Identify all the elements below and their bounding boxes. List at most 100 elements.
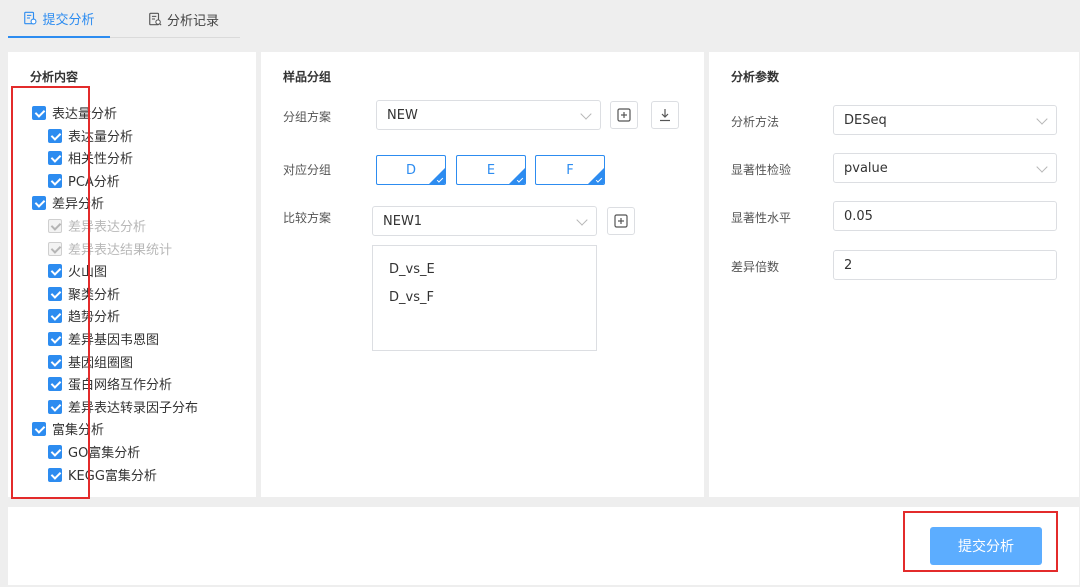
tab-analysis-records[interactable]: 分析记录 xyxy=(148,0,219,38)
checkbox-checked-icon[interactable] xyxy=(32,105,46,120)
checkbox-item[interactable]: 差异分析 xyxy=(32,193,104,212)
test-select[interactable]: pvalue xyxy=(833,153,1057,183)
chevron-down-icon xyxy=(1036,113,1048,125)
group-button-d[interactable]: D xyxy=(376,155,446,185)
list-item[interactable]: D_vs_F xyxy=(389,290,434,305)
group-button-f[interactable]: F xyxy=(535,155,605,185)
tab-label: 分析记录 xyxy=(167,13,220,29)
significance-level-label: 显著性水平 xyxy=(731,211,792,225)
panel-title: 分析参数 xyxy=(731,70,780,84)
checkbox-label: 蛋白网络互作分析 xyxy=(68,378,173,393)
checkbox-item[interactable]: PCA分析 xyxy=(48,171,120,190)
checkbox-item[interactable]: 表达量分析 xyxy=(32,103,117,122)
checkbox-item[interactable]: 相关性分析 xyxy=(48,148,133,167)
tab-bar: 提交分析 分析记录 xyxy=(8,0,240,38)
checkbox-label: 差异表达转录因子分布 xyxy=(68,401,199,416)
analysis-params-panel: 分析参数 分析方法 DESeq 显著性检验 pvalue 显著性水平 0.05 … xyxy=(709,52,1079,497)
checkbox-item[interactable]: 差异表达分析 xyxy=(48,216,146,235)
checkbox-label: 基因组圈图 xyxy=(68,356,134,371)
fold-change-input[interactable]: 2 xyxy=(833,250,1057,280)
panel-title: 分析内容 xyxy=(30,70,79,84)
test-label: 显著性检验 xyxy=(731,163,792,177)
panel-title: 样品分组 xyxy=(283,70,332,84)
select-value: pvalue xyxy=(844,160,888,176)
checkbox-checked-icon[interactable] xyxy=(48,376,62,391)
submit-bar: 提交分析 xyxy=(8,507,1079,585)
checkbox-label: 富集分析 xyxy=(52,423,105,438)
checkbox-checked-icon[interactable] xyxy=(48,128,62,143)
download-icon xyxy=(660,109,670,122)
checkbox-label: 相关性分析 xyxy=(68,152,134,167)
checkbox-item[interactable]: 趋势分析 xyxy=(48,306,120,325)
checkbox-checked-icon[interactable] xyxy=(48,286,62,301)
checkbox-checked-icon[interactable] xyxy=(48,399,62,414)
checkbox-item[interactable]: 差异表达结果统计 xyxy=(48,239,172,258)
method-select[interactable]: DESeq xyxy=(833,105,1057,135)
checkbox-checked-icon[interactable] xyxy=(48,218,62,233)
checkbox-item[interactable]: 基因组圈图 xyxy=(48,352,133,371)
compare-scheme-select[interactable]: NEW1 xyxy=(372,206,597,236)
significance-level-input[interactable]: 0.05 xyxy=(833,201,1057,231)
plus-square-icon xyxy=(614,214,628,228)
add-compare-scheme-button[interactable] xyxy=(607,207,635,235)
checkbox-label: 差异基因韦恩图 xyxy=(68,333,160,348)
tab-label: 提交分析 xyxy=(42,12,95,28)
group-label: 对应分组 xyxy=(283,163,332,177)
chevron-down-icon xyxy=(580,108,592,120)
checkbox-checked-icon[interactable] xyxy=(32,195,46,210)
checkbox-label: 差异表达结果统计 xyxy=(68,243,173,258)
checkbox-checked-icon[interactable] xyxy=(48,331,62,346)
analysis-content-panel: 分析内容 表达量分析 表达量分析 相关性分析 PCA分析 差异分析 差异表达分析 差异表达结… xyxy=(8,52,256,497)
checkbox-label: 表达量分析 xyxy=(68,130,134,145)
compare-scheme-label: 比较方案 xyxy=(283,211,332,225)
select-value: NEW xyxy=(387,107,418,123)
select-value: DESeq xyxy=(844,112,887,128)
download-button[interactable] xyxy=(651,101,679,129)
checkbox-checked-icon[interactable] xyxy=(48,467,62,482)
checkbox-label: KEGG富集分析 xyxy=(68,469,157,484)
checkbox-label: 聚类分析 xyxy=(68,288,121,303)
group-name: E xyxy=(486,162,496,178)
checkbox-label: PCA分析 xyxy=(68,175,120,190)
fold-change-label: 差异倍数 xyxy=(731,260,780,274)
checkbox-checked-icon[interactable] xyxy=(48,241,62,256)
group-name: F xyxy=(566,162,574,178)
checkbox-checked-icon[interactable] xyxy=(32,421,46,436)
submit-analysis-button[interactable]: 提交分析 xyxy=(930,527,1042,565)
submit-doc-icon xyxy=(24,11,37,25)
checkbox-item[interactable]: 富集分析 xyxy=(32,419,104,438)
select-value: NEW1 xyxy=(383,213,423,229)
checkbox-item[interactable]: 差异基因韦恩图 xyxy=(48,329,159,348)
group-button-e[interactable]: E xyxy=(456,155,526,185)
checkbox-item[interactable]: 蛋白网络互作分析 xyxy=(48,374,172,393)
record-doc-icon xyxy=(149,12,162,26)
checkbox-checked-icon[interactable] xyxy=(48,150,62,165)
plus-square-icon xyxy=(617,108,631,122)
checkbox-checked-icon[interactable] xyxy=(48,263,62,278)
checkbox-checked-icon[interactable] xyxy=(48,354,62,369)
checkbox-checked-icon[interactable] xyxy=(48,173,62,188)
list-item[interactable]: D_vs_E xyxy=(389,262,435,277)
checkbox-item[interactable]: 表达量分析 xyxy=(48,126,133,145)
sample-group-panel: 样品分组 分组方案 NEW 对应分组 D E F 比较方案 NEW1 D_vs_… xyxy=(261,52,704,497)
checkbox-checked-icon[interactable] xyxy=(48,308,62,323)
checkbox-item[interactable]: GO富集分析 xyxy=(48,442,140,461)
group-name: D xyxy=(405,162,416,178)
checkbox-label: 差异分析 xyxy=(52,197,105,212)
chevron-down-icon xyxy=(1036,161,1048,173)
comparison-list: D_vs_E D_vs_F xyxy=(372,245,597,351)
checkbox-label: GO富集分析 xyxy=(68,446,141,461)
checkbox-item[interactable]: 差异表达转录因子分布 xyxy=(48,397,198,416)
group-scheme-select[interactable]: NEW xyxy=(376,100,601,130)
checkbox-checked-icon[interactable] xyxy=(48,444,62,459)
method-label: 分析方法 xyxy=(731,115,780,129)
checkbox-item[interactable]: KEGG富集分析 xyxy=(48,465,157,484)
checkbox-label: 火山图 xyxy=(68,265,108,280)
add-group-scheme-button[interactable] xyxy=(610,101,638,129)
checkbox-label: 表达量分析 xyxy=(52,107,118,122)
checkbox-item[interactable]: 聚类分析 xyxy=(48,284,120,303)
checkbox-item[interactable]: 火山图 xyxy=(48,261,107,280)
group-scheme-label: 分组方案 xyxy=(283,110,332,124)
checkbox-label: 趋势分析 xyxy=(68,310,121,325)
tab-submit-analysis[interactable]: 提交分析 xyxy=(8,0,110,38)
